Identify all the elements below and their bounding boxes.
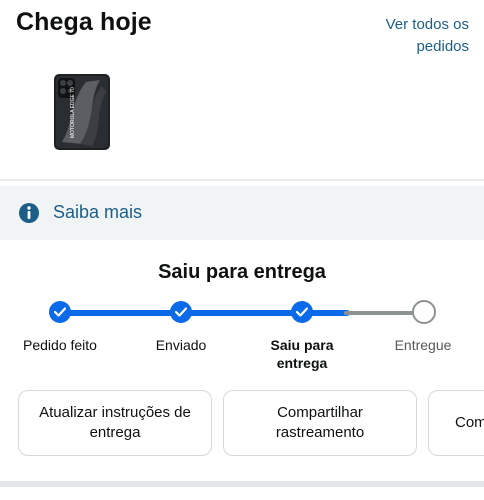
step-label-ordered: Pedido feito — [23, 337, 97, 353]
check-icon — [175, 307, 187, 317]
page-title: Chega hoje — [16, 8, 152, 36]
divider-bottom — [0, 481, 484, 487]
step-node-delivered — [412, 300, 436, 324]
device-label: MOTOROLA EDGE 70 — [70, 87, 76, 138]
check-icon — [54, 307, 66, 317]
step-label-delivered: Entregue — [394, 337, 452, 353]
step-label-out-for-delivery: Saiu para entrega — [270, 337, 334, 371]
button-label: Atualizar instruções de entrega — [39, 404, 191, 441]
third-action-button[interactable]: Com — [428, 390, 484, 456]
check-icon — [296, 307, 308, 317]
product-image[interactable]: MOTOROLA EDGE 70 — [52, 72, 112, 152]
share-tracking-button[interactable]: Compartilhar rastreamento — [223, 390, 417, 456]
step-label-shipped: Enviado — [155, 337, 207, 353]
divider-top — [0, 179, 484, 181]
info-icon — [18, 202, 40, 224]
step-node-ordered — [49, 301, 71, 323]
step-node-shipped — [170, 301, 192, 323]
update-delivery-instructions-button[interactable]: Atualizar instruções de entrega — [18, 390, 212, 456]
delivery-status-title: Saiu para entrega — [158, 261, 326, 283]
view-all-orders-link[interactable]: Ver todos os pedidos — [349, 14, 469, 58]
step-node-out-for-delivery — [291, 301, 313, 323]
learn-more-bar[interactable]: Saiba mais — [0, 186, 484, 240]
button-label: Com — [455, 414, 484, 431]
learn-more-label: Saiba mais — [53, 202, 143, 222]
button-label: Compartilhar rastreamento — [275, 404, 365, 441]
